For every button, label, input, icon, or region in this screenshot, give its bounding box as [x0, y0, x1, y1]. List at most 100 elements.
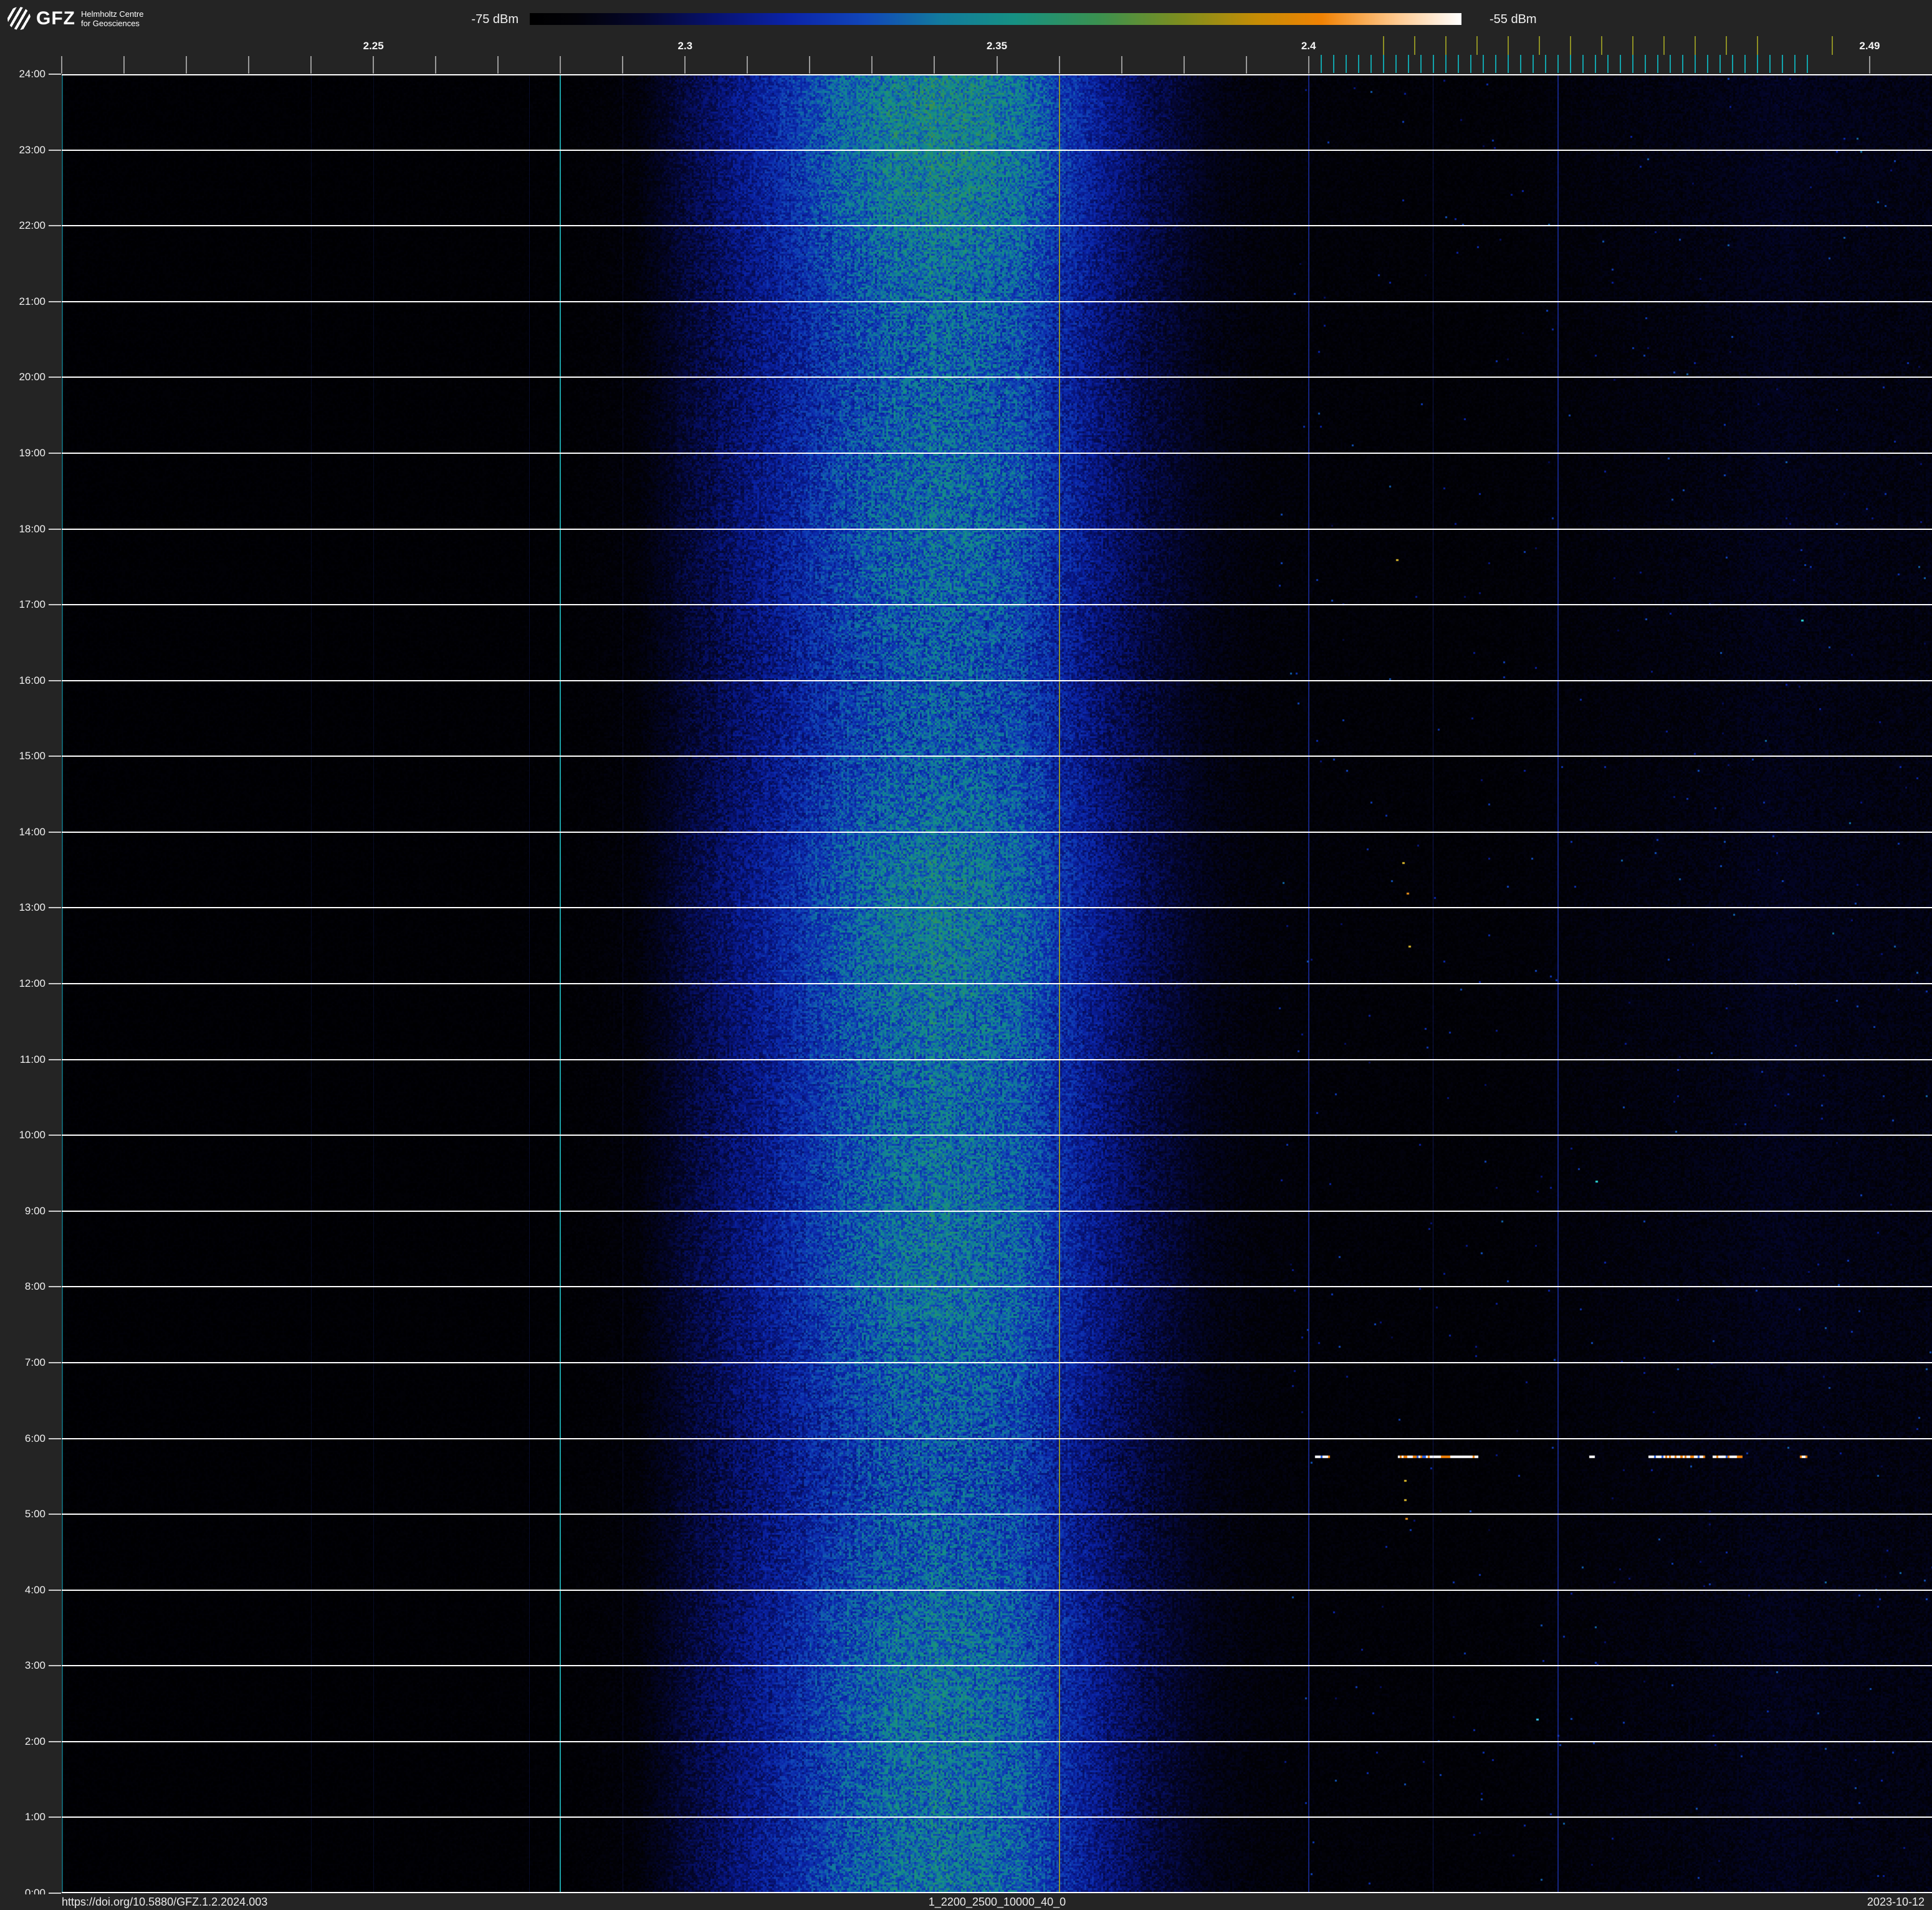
- ble-channel-tick: [1332, 55, 1334, 73]
- ble-channel-tick: [1557, 55, 1559, 73]
- time-axis-label: 9:00: [24, 1204, 45, 1217]
- ble-channel-tick: [1320, 55, 1322, 73]
- gfz-logo-subtitle: Helmholtz Centre for Geosciences: [81, 9, 143, 28]
- time-axis-label: 15:00: [19, 750, 45, 762]
- time-axis-label: 19:00: [19, 446, 45, 459]
- freq-minor-tick: [61, 56, 62, 74]
- ble-channel-tick: [1395, 55, 1397, 73]
- hour-gridline: [62, 225, 1932, 227]
- freq-minor-tick: [934, 56, 935, 74]
- ble-channel-tick: [1370, 55, 1372, 73]
- ble-channel-tick: [1681, 55, 1683, 73]
- wifi-channel-tick: [1756, 36, 1758, 55]
- time-axis-label: 14:00: [19, 825, 45, 838]
- time-axis-tick: [49, 1816, 61, 1818]
- date-label: 2023-10-12: [1867, 1896, 1925, 1908]
- freq-axis-label: 2.4: [1301, 40, 1316, 52]
- hour-gridline: [62, 1816, 1932, 1818]
- spectrogram-plot: [62, 74, 1932, 1893]
- time-axis-label: 13:00: [19, 901, 45, 914]
- ble-channel-tick: [1345, 55, 1347, 73]
- hour-gridline: [62, 1514, 1932, 1515]
- time-axis-label: 22:00: [19, 219, 45, 232]
- time-axis-label: 10:00: [19, 1129, 45, 1141]
- time-axis-label: 1:00: [24, 1811, 45, 1823]
- time-axis-tick: [49, 1135, 61, 1136]
- ble-channel-tick: [1731, 55, 1733, 73]
- hour-gridline: [62, 1286, 1932, 1288]
- freq-minor-tick: [684, 56, 686, 74]
- ble-channel-tick: [1756, 55, 1758, 73]
- time-axis-label: 20:00: [19, 371, 45, 383]
- ble-channel-tick: [1494, 55, 1496, 73]
- time-axis-tick: [49, 1286, 61, 1288]
- wifi-channel-tick: [1600, 36, 1602, 55]
- time-axis-tick: [49, 907, 61, 909]
- time-axis-label: 12:00: [19, 977, 45, 989]
- ble-channel-tick: [1544, 55, 1546, 73]
- time-axis-label: 5:00: [24, 1508, 45, 1520]
- doi-link[interactable]: https://doi.org/10.5880/GFZ.1.2.2024.003: [62, 1895, 267, 1909]
- time-axis-tick: [49, 300, 61, 302]
- wifi-channel-tick: [1725, 36, 1727, 55]
- gfz-logo-subtitle-line2: for Geosciences: [81, 18, 140, 28]
- freq-minor-tick: [996, 56, 998, 74]
- freq-axis-label: 2.25: [363, 40, 384, 52]
- time-axis-tick: [49, 604, 61, 606]
- ble-channel-tick: [1719, 55, 1721, 73]
- time-axis-label: 6:00: [24, 1432, 45, 1444]
- wifi-channel-tick: [1382, 36, 1384, 55]
- wifi-channel-tick: [1413, 36, 1415, 55]
- hour-gridline: [62, 679, 1932, 681]
- hour-gridline: [62, 604, 1932, 606]
- freq-minor-tick: [560, 56, 562, 74]
- ble-channel-tick: [1357, 55, 1359, 73]
- time-axis-tick: [49, 225, 61, 227]
- freq-minor-tick: [622, 56, 624, 74]
- ble-channel-tick: [1594, 55, 1596, 73]
- colorbar-gradient: [530, 13, 1461, 25]
- ble-channel-tick: [1769, 55, 1771, 73]
- hour-gridline: [62, 1210, 1932, 1212]
- ble-channel-tick: [1482, 55, 1484, 73]
- time-axis-tick: [49, 528, 61, 530]
- wifi-channel-tick: [1507, 36, 1509, 55]
- time-axis-tick: [49, 1210, 61, 1212]
- hour-gridline: [62, 149, 1932, 151]
- hour-gridline: [62, 1361, 1932, 1363]
- spectrogram-app: GFZ Helmholtz Centre for Geosciences -75…: [0, 0, 1932, 1910]
- wifi-channel-tick: [1632, 36, 1633, 55]
- freq-minor-tick: [1183, 56, 1185, 74]
- time-axis-label: 7:00: [24, 1356, 45, 1368]
- time-axis-tick: [49, 831, 61, 833]
- freq-minor-tick: [871, 56, 873, 74]
- dataset-id-label: 1_2200_2500_10000_40_0: [928, 1896, 1066, 1908]
- hour-gridline: [62, 1437, 1932, 1439]
- time-axis-tick: [49, 1437, 61, 1439]
- hour-gridline: [62, 983, 1932, 984]
- freq-minor-tick: [809, 56, 811, 74]
- freq-axis-label: 2.3: [677, 40, 693, 52]
- ble-channel-tick: [1669, 55, 1671, 73]
- time-axis-label: 18:00: [19, 522, 45, 535]
- hour-gridline: [62, 1892, 1932, 1893]
- gfz-logo-acronym: GFZ: [36, 7, 75, 29]
- ble-channel-tick: [1607, 55, 1609, 73]
- hour-gridline: [62, 452, 1932, 454]
- freq-axis-label: 2.49: [1859, 40, 1880, 52]
- ble-channel-tick: [1507, 55, 1509, 73]
- wifi-channel-tick: [1694, 36, 1696, 55]
- time-axis-label: 11:00: [19, 1053, 45, 1065]
- hour-gridline: [62, 907, 1932, 909]
- time-axis-tick: [49, 1361, 61, 1363]
- ble-channel-tick: [1694, 55, 1696, 73]
- time-axis-tick: [49, 1665, 61, 1667]
- freq-minor-tick: [310, 56, 312, 74]
- hour-gridline: [62, 528, 1932, 530]
- gfz-logo-icon: [7, 7, 31, 30]
- freq-axis-label: 2.35: [986, 40, 1008, 52]
- ble-channel-tick: [1407, 55, 1409, 73]
- ble-channel-tick: [1532, 55, 1534, 73]
- gfz-logo: GFZ Helmholtz Centre for Geosciences: [7, 7, 143, 30]
- time-axis-tick: [49, 1740, 61, 1742]
